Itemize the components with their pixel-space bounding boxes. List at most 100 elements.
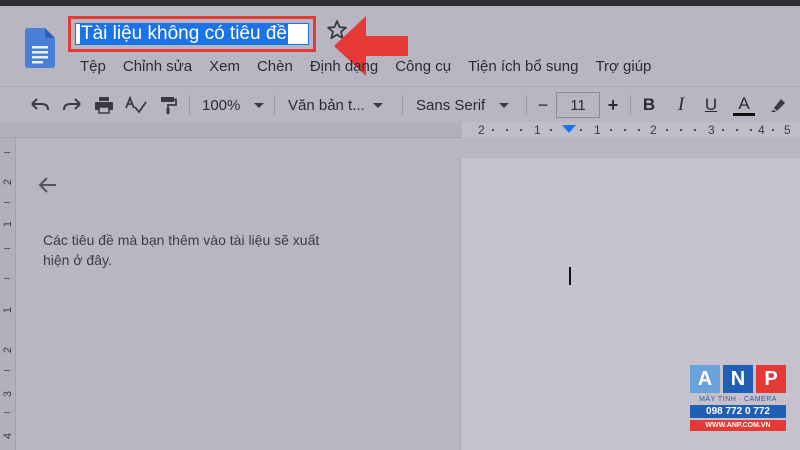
anp-letter-n: N (723, 365, 753, 393)
highlight-button[interactable] (766, 91, 790, 119)
ruler-tick (4, 202, 10, 203)
font-family-select[interactable]: Sans Serif (416, 91, 520, 119)
ruler-tick (4, 248, 10, 249)
ruler-tick (4, 412, 10, 413)
chevron-down-icon (254, 102, 265, 108)
menu-help[interactable]: Trợ giúp (595, 56, 651, 78)
spellcheck-icon (125, 96, 147, 114)
outline-empty-hint: Các tiêu đề mà bạn thêm vào tài liệu sẽ … (43, 232, 320, 268)
ruler-tick (722, 129, 724, 131)
ruler-tick (666, 129, 668, 131)
bold-button[interactable]: B (638, 91, 660, 119)
menu-bar: Tệp Chỉnh sửa Xem Chèn Định dạng Công cụ… (80, 56, 668, 78)
ruler-label: 2 (478, 123, 485, 137)
formatting-toolbar: 100% Văn bản t... Sans Serif − 11 + B I … (0, 86, 800, 122)
indent-marker[interactable] (562, 125, 576, 133)
highlighter-icon (771, 99, 785, 112)
ruler-tick (680, 129, 682, 131)
ruler-tick (736, 129, 738, 131)
font-size-value: 11 (570, 96, 586, 114)
ruler-tick (624, 129, 626, 131)
redo-button[interactable] (60, 91, 84, 119)
zoom-value: 100% (202, 96, 241, 114)
arrow-left-icon[interactable] (38, 176, 58, 194)
vertical-ruler-label: 1 (2, 306, 14, 314)
anp-watermark-logo: A N P MÁY TÍNH · CAMERA 098 772 0 772 WW… (690, 365, 786, 437)
anp-website: WWW.ANP.COM.VN (690, 420, 786, 431)
toolbar-separator (630, 95, 631, 115)
ruler-label: 2 (650, 123, 657, 137)
text-color-letter: A (738, 93, 750, 113)
undo-icon (31, 98, 49, 111)
ruler-label: 1 (594, 123, 601, 137)
ruler-label: 1 (534, 123, 541, 137)
chevron-down-icon (499, 102, 510, 108)
menu-tools[interactable]: Công cụ (395, 56, 451, 78)
ruler-tick (750, 129, 752, 131)
redo-icon (63, 98, 81, 111)
menu-addons[interactable]: Tiện ích bổ sung (468, 56, 578, 78)
printer-icon (95, 97, 113, 114)
paragraph-style-select[interactable]: Văn bản t... (288, 91, 392, 119)
paragraph-style-value: Văn bản t... (288, 96, 365, 114)
ruler-tick (610, 129, 612, 131)
anp-letter-p: P (756, 365, 786, 393)
ruler-tick (4, 278, 10, 279)
ruler-tick (550, 129, 552, 131)
ruler-tick (694, 129, 696, 131)
vertical-ruler-label: 2 (2, 346, 14, 354)
decrease-font-size-button[interactable]: − (532, 91, 554, 119)
document-title-input[interactable]: Tài liệu không có tiêu đề (75, 23, 309, 45)
ruler-track: 2 1 1 2 3 4 5 (462, 122, 800, 138)
paint-format-button[interactable] (156, 91, 180, 119)
font-family-value: Sans Serif (416, 96, 486, 114)
underline-button[interactable]: U (700, 91, 722, 119)
vertical-ruler-label: 2 (2, 178, 14, 186)
title-annotation-box: Tài liệu không có tiêu đề (68, 16, 316, 52)
undo-button[interactable] (28, 91, 52, 119)
text-cursor (569, 267, 571, 285)
ruler-tick (772, 129, 774, 131)
document-title-text: Tài liệu không có tiêu đề (80, 23, 288, 44)
horizontal-ruler[interactable]: 2 1 1 2 3 4 5 (0, 122, 800, 138)
docs-header: Tài liệu không có tiêu đề Tệp Chỉnh sửa … (0, 6, 800, 84)
ruler-tick (4, 152, 10, 153)
menu-format[interactable]: Định dạng (310, 56, 378, 78)
ruler-label: 4 (758, 123, 765, 137)
anp-tagline: MÁY TÍNH · CAMERA (699, 396, 777, 403)
font-size-input[interactable]: 11 (556, 92, 600, 118)
toolbar-separator (402, 95, 403, 115)
toolbar-separator (274, 95, 275, 115)
ruler-tick (520, 129, 522, 131)
italic-button[interactable]: I (670, 91, 692, 119)
text-color-button[interactable]: A (732, 91, 756, 119)
chevron-down-icon (372, 102, 383, 108)
anp-letter-a: A (690, 365, 720, 393)
ruler-label: 3 (708, 123, 715, 137)
ruler-tick (638, 129, 640, 131)
ruler-tick (492, 129, 494, 131)
ruler-tick (580, 129, 582, 131)
menu-view[interactable]: Xem (209, 56, 240, 78)
toolbar-separator (189, 95, 190, 115)
text-color-swatch (733, 112, 755, 116)
vertical-ruler[interactable]: 2 1 1 2 3 4 (0, 138, 16, 450)
ruler-tick (506, 129, 508, 131)
vertical-ruler-label: 4 (2, 432, 14, 440)
toolbar-separator (526, 95, 527, 115)
print-button[interactable] (92, 91, 116, 119)
vertical-ruler-label: 1 (2, 220, 14, 228)
zoom-select[interactable]: 100% (202, 91, 266, 119)
menu-insert[interactable]: Chèn (257, 56, 293, 78)
anp-letters: A N P (690, 365, 786, 393)
ruler-tick (4, 370, 10, 371)
ruler-label: 5 (784, 123, 791, 137)
anp-phone: 098 772 0 772 (690, 405, 786, 418)
paint-format-icon (161, 97, 177, 114)
vertical-ruler-label: 3 (2, 390, 14, 398)
google-docs-icon[interactable] (25, 28, 55, 68)
menu-edit[interactable]: Chỉnh sửa (123, 56, 192, 78)
increase-font-size-button[interactable]: + (602, 91, 624, 119)
menu-file[interactable]: Tệp (80, 56, 106, 78)
spellcheck-button[interactable] (124, 91, 148, 119)
